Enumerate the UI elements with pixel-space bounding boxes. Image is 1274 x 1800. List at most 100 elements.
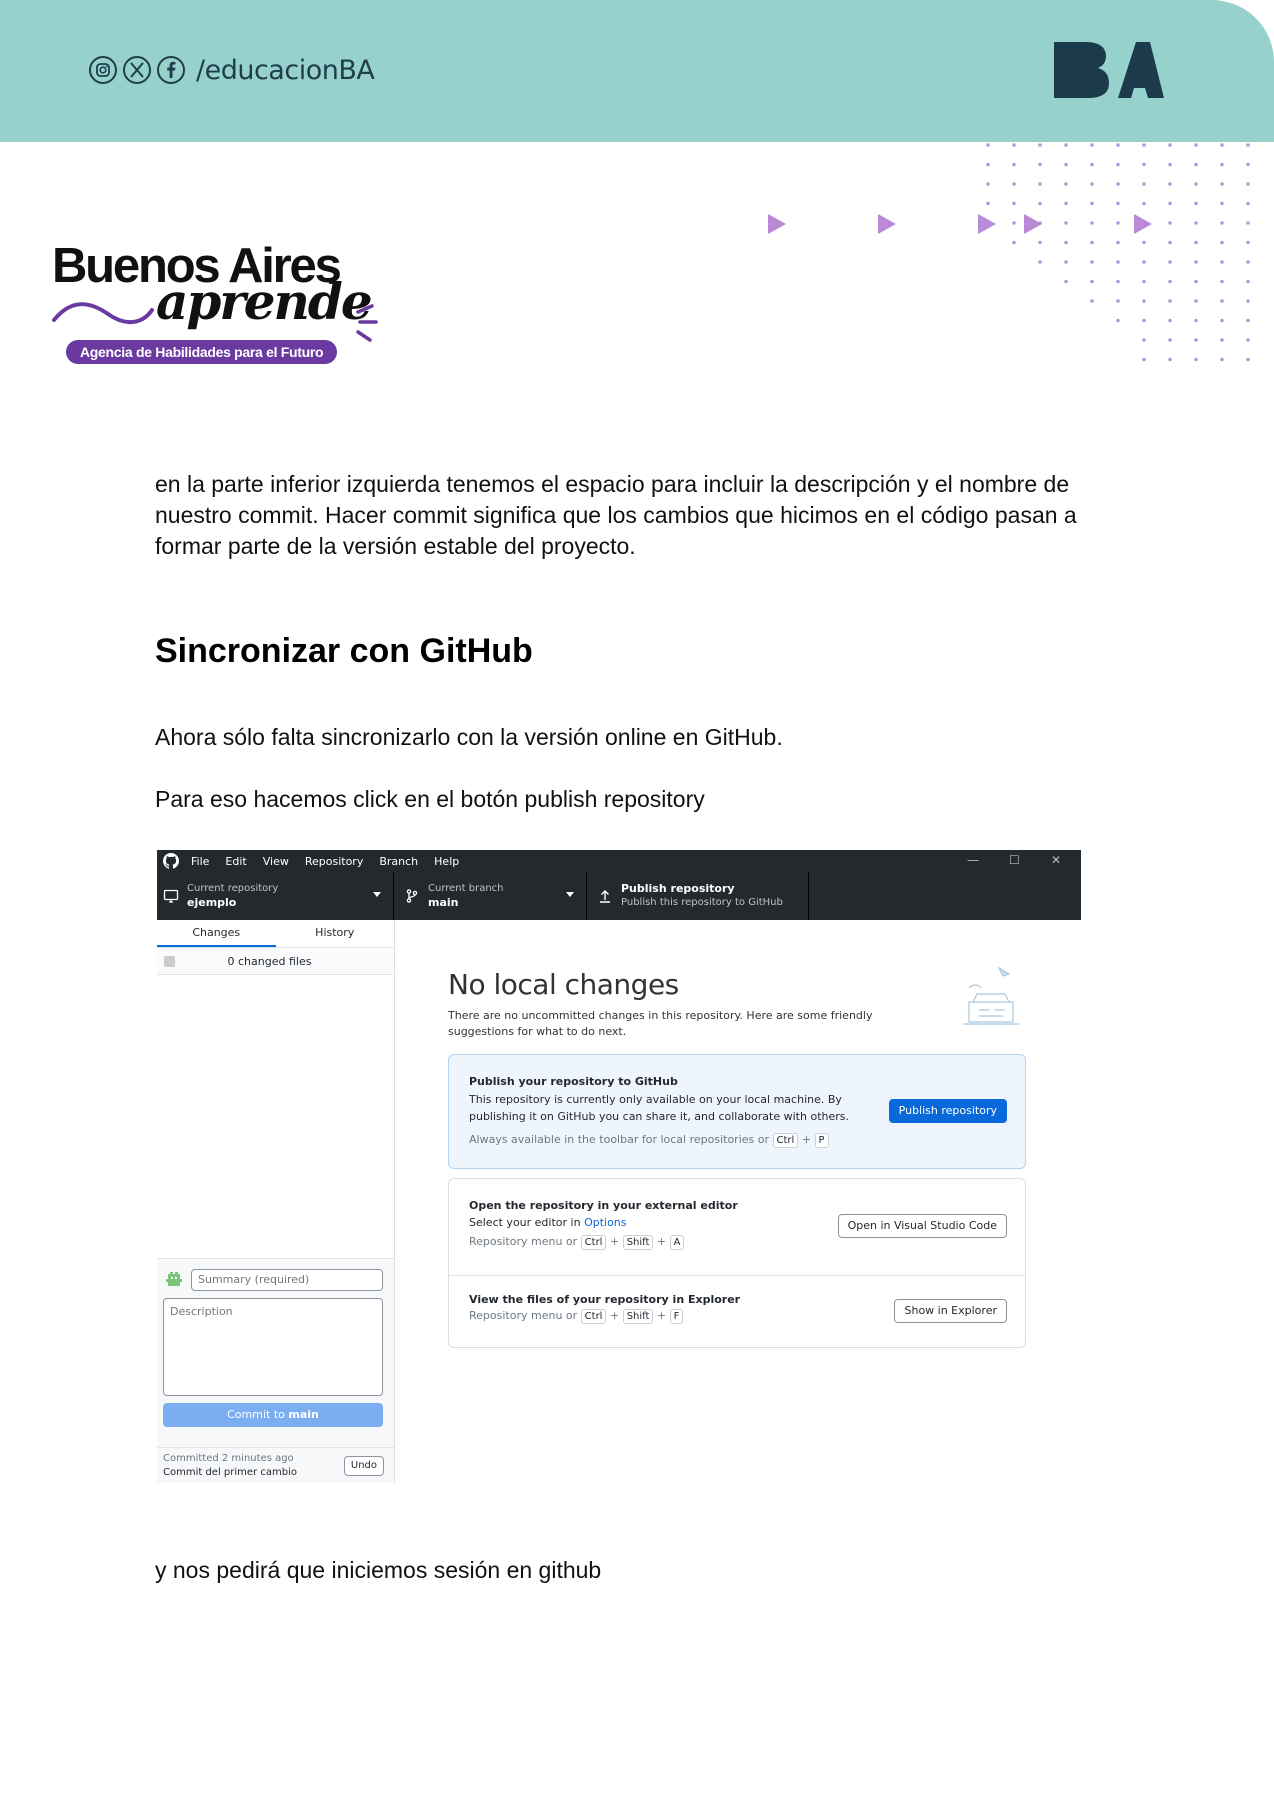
select-all-checkbox[interactable] (164, 955, 175, 967)
kbd-plus: + (801, 1133, 812, 1146)
publish-repository-sub: Publish this repository to GitHub (621, 897, 783, 908)
arrow-decorations (768, 214, 1152, 234)
dot (1194, 318, 1198, 323)
dot (1168, 279, 1172, 284)
undo-button[interactable]: Undo (343, 1456, 384, 1476)
dot (1168, 240, 1172, 245)
current-repository-dropdown[interactable]: Current repository ejemplo (157, 872, 394, 920)
dot (1220, 338, 1224, 342)
changed-files-row: 0 changed files (157, 948, 394, 975)
brand-tagline: Agencia de Habilidades para el Futuro (66, 340, 338, 364)
editor-card-text: Select your editor in Options (469, 1214, 869, 1231)
explorer-card-title: View the files of your repository in Exp… (469, 1293, 741, 1306)
editor-card-hint: Repository menu or Ctrl + Shift + A (469, 1235, 685, 1250)
dot (1142, 279, 1146, 284)
dot-pattern (986, 143, 1250, 362)
dot (1168, 318, 1172, 323)
commit-button[interactable]: Commit to main (163, 1403, 383, 1427)
branch-icon (406, 889, 418, 903)
description-input[interactable]: Description (163, 1298, 383, 1396)
publish-repository-button[interactable]: Publish repository (888, 1099, 1007, 1123)
show-in-explorer-button[interactable]: Show in Explorer (894, 1299, 1007, 1323)
menu-help[interactable]: Help (434, 855, 459, 868)
open-in-vscode-button[interactable]: Open in Visual Studio Code (837, 1214, 1007, 1238)
changed-files-label: 0 changed files (227, 954, 312, 968)
menu-edit[interactable]: Edit (225, 855, 246, 868)
dot (1064, 279, 1068, 284)
dot (1194, 240, 1198, 245)
dot (1168, 338, 1172, 342)
dot (1220, 162, 1224, 167)
summary-input[interactable]: Summary (required) (191, 1269, 383, 1291)
dot (1246, 260, 1250, 264)
dot (1012, 143, 1016, 147)
menu-branch[interactable]: Branch (379, 855, 418, 868)
tab-history[interactable]: History (276, 920, 395, 947)
dot (1090, 201, 1094, 206)
avatar (166, 1272, 182, 1286)
dot (1194, 201, 1198, 206)
toolbar: Current repository ejemplo Current branc… (157, 872, 1081, 920)
buenos-aires-aprende-logo: Buenos Aires aprende Agencia de Habilida… (52, 240, 392, 370)
menu-file[interactable]: File (191, 855, 209, 868)
dot (1116, 201, 1120, 206)
dot (1246, 279, 1250, 284)
dot (1064, 260, 1068, 264)
chevron-down-icon (566, 892, 574, 897)
kbd-ctrl: Ctrl (772, 1133, 799, 1148)
paragraph-ahora: Ahora sólo falta sincronizarlo con la ve… (155, 724, 783, 750)
dot (1038, 260, 1042, 264)
github-icon (163, 853, 179, 869)
minimize-button[interactable]: — (967, 853, 979, 867)
dot (1246, 240, 1250, 245)
heading-sync: Sincronizar con GitHub (155, 632, 533, 670)
menu-repository[interactable]: Repository (305, 855, 364, 868)
current-branch-label: Current branch (428, 883, 504, 894)
dot (1194, 143, 1198, 147)
paragraph-intro: en la parte inferior izquierda tenemos e… (155, 471, 1077, 559)
x-icon[interactable] (122, 55, 152, 85)
dot (1038, 143, 1042, 147)
explorer-card-hint: Repository menu or Ctrl + Shift + F (469, 1309, 684, 1324)
dot (1168, 357, 1172, 362)
menu-bar: File Edit View Repository Branch Help — … (157, 850, 1081, 872)
tab-changes[interactable]: Changes (157, 920, 276, 947)
publish-card: Publish your repository to GitHub This r… (448, 1054, 1026, 1169)
dot (1064, 162, 1068, 167)
dot (1116, 162, 1120, 167)
publish-card-title: Publish your repository to GitHub (469, 1075, 678, 1088)
dot (1064, 182, 1068, 186)
instagram-icon[interactable] (88, 55, 118, 85)
editor-hint-text: Repository menu or (469, 1235, 578, 1248)
commit-button-branch: main (288, 1408, 319, 1421)
dot (1142, 162, 1146, 167)
dot (1090, 279, 1094, 284)
dot (1038, 162, 1042, 167)
no-changes-text: There are no uncommitted changes in this… (448, 1009, 873, 1038)
dot (1064, 143, 1068, 147)
close-button[interactable]: ✕ (1051, 853, 1061, 867)
maximize-button[interactable]: ☐ (1009, 853, 1020, 867)
dot (1142, 182, 1146, 186)
dot (1246, 357, 1250, 362)
facebook-icon[interactable] (156, 55, 186, 85)
swoosh-icon (52, 302, 154, 325)
dot (1142, 299, 1146, 303)
menu-view[interactable]: View (263, 855, 289, 868)
dot (1168, 182, 1172, 186)
social-handle[interactable]: /educacionBA (196, 55, 375, 86)
dot (1220, 260, 1224, 264)
current-branch-dropdown[interactable]: Current branch main (394, 872, 587, 920)
dot (1142, 143, 1146, 147)
monitor-icon (163, 889, 179, 903)
options-link[interactable]: Options (584, 1216, 626, 1229)
publish-repository-label: Publish repository (621, 882, 735, 895)
publish-repository-toolbar-button[interactable]: Publish repository Publish this reposito… (587, 872, 809, 920)
dot (1220, 201, 1224, 206)
dot (1116, 279, 1120, 284)
dot (1168, 260, 1172, 264)
dot (1246, 143, 1250, 147)
ba-logo (1054, 42, 1164, 98)
dot (1090, 182, 1094, 186)
dot (1194, 182, 1198, 186)
